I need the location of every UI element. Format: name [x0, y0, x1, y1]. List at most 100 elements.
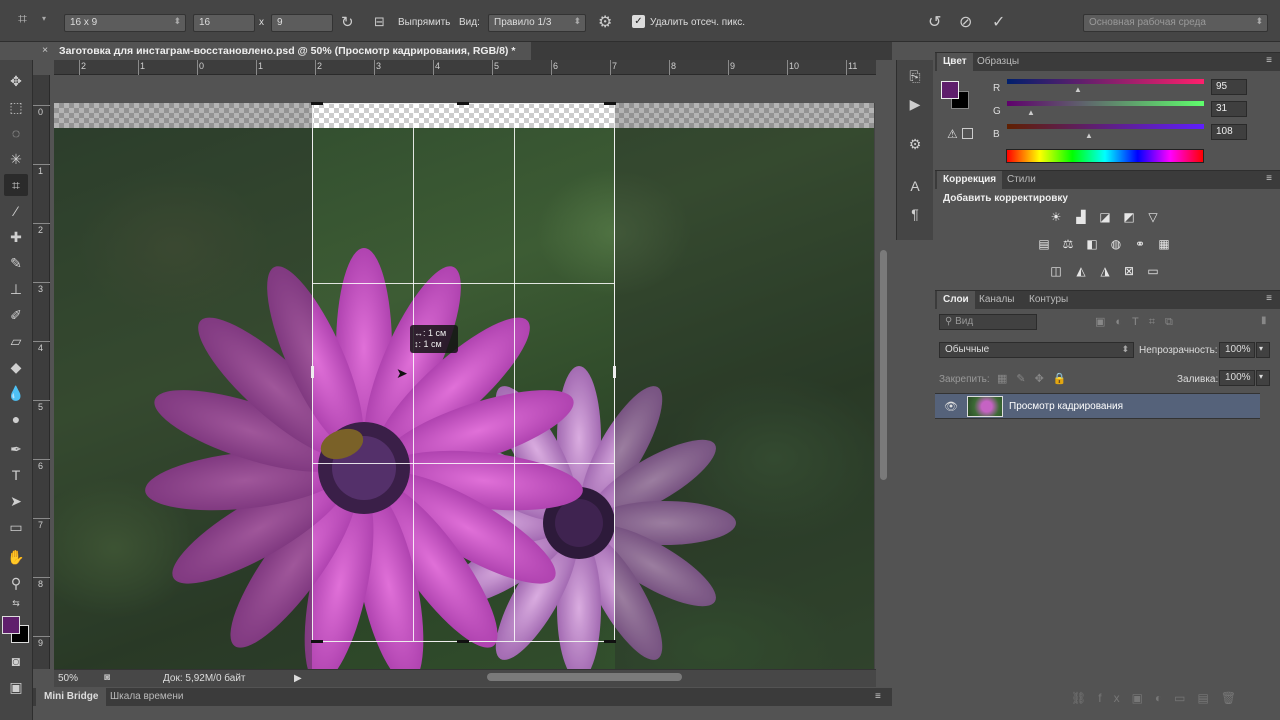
swap-separator[interactable]: x	[259, 17, 264, 28]
move-tool-icon[interactable]: ✥	[4, 70, 28, 92]
web-safe-swatch[interactable]	[962, 128, 973, 139]
crop-handle-left[interactable]	[311, 366, 314, 378]
brush-tool-icon[interactable]: ✎	[4, 252, 28, 274]
document-size[interactable]: Док: 5,92M/0 байт	[163, 673, 246, 684]
marquee-tool-icon[interactable]: ⬚	[4, 96, 28, 118]
threshold-icon[interactable]: ◮	[1096, 263, 1114, 279]
value-r[interactable]: 95	[1211, 79, 1247, 95]
crop-handle-bottom-left[interactable]	[311, 640, 323, 643]
hue-saturation-icon[interactable]: ▤	[1035, 236, 1053, 252]
tab-layers[interactable]: Слои	[937, 291, 975, 309]
gear-icon[interactable]: ⚙	[598, 12, 612, 32]
status-menu-arrow-icon[interactable]: ▶	[294, 673, 302, 684]
posterize-icon[interactable]: ◭	[1072, 263, 1090, 279]
lock-icons[interactable]: ▦✎✥🔒	[997, 372, 1076, 385]
paragraph-panel-icon[interactable]: ¶	[903, 202, 927, 226]
crop-tool-button[interactable]: ⌗	[4, 174, 28, 196]
reset-icon[interactable]: ↺	[928, 12, 941, 32]
crop-handle-top[interactable]	[457, 102, 469, 105]
slider-g[interactable]	[1007, 101, 1204, 106]
history-panel-icon[interactable]: ⎘	[903, 64, 927, 88]
zoom-level[interactable]: 50%	[58, 673, 78, 684]
tab-mini-bridge[interactable]: Mini Bridge	[36, 688, 107, 706]
photo-filter-icon[interactable]: ◍	[1107, 236, 1125, 252]
filter-toggle-icon[interactable]: ▮	[1261, 315, 1267, 326]
tab-adjustments[interactable]: Коррекция	[937, 171, 1003, 189]
pen-tool-icon[interactable]: ✒	[4, 438, 28, 460]
crop-handle-bottom-right[interactable]	[604, 640, 616, 643]
exposure-icon[interactable]: ◩	[1120, 209, 1138, 225]
slider-g-thumb[interactable]: ▲	[1027, 108, 1035, 117]
blur-tool-icon[interactable]: 💧	[4, 382, 28, 404]
value-b[interactable]: 108	[1211, 124, 1247, 140]
ratio-preset-select[interactable]: 16 x 9	[64, 14, 186, 32]
overlay-view-select[interactable]: Правило 1/3	[488, 14, 586, 32]
selective-color-icon[interactable]: ⊠	[1120, 263, 1138, 279]
document-tab[interactable]: × Заготовка для инстаграм-восстановлено.…	[33, 42, 531, 60]
crop-handle-right[interactable]	[613, 366, 616, 378]
delete-pixels-checkbox[interactable]: ✓	[632, 15, 645, 28]
levels-icon[interactable]: ▟	[1072, 209, 1090, 225]
tab-styles[interactable]: Стили	[1001, 171, 1042, 189]
blend-mode-select[interactable]: Обычные	[939, 342, 1134, 358]
slider-r[interactable]	[1007, 79, 1204, 84]
fill-input[interactable]: 100%	[1219, 370, 1255, 386]
adjustments-panel-menu-icon[interactable]: ≡	[1266, 173, 1272, 184]
magic-wand-tool-icon[interactable]: ✳	[4, 148, 28, 170]
screen-mode-icon[interactable]: ▣	[4, 676, 28, 698]
zoom-tool-icon[interactable]: ⚲	[4, 572, 28, 594]
layer-row[interactable]: 👁 Просмотр кадрирования	[935, 393, 1260, 419]
layer-thumbnail[interactable]	[967, 396, 1003, 417]
straighten-label[interactable]: Выпрямить	[398, 17, 450, 28]
straighten-icon[interactable]: ⊟	[374, 14, 385, 30]
fill-slider-toggle[interactable]: ▾	[1256, 370, 1270, 386]
layers-footer-icons[interactable]: ⛓fx▣◐▭▤🗑	[1071, 691, 1248, 705]
lasso-tool-icon[interactable]: ◌	[4, 122, 28, 144]
layers-panel-menu-icon[interactable]: ≡	[1266, 293, 1272, 304]
opacity-input[interactable]: 100%	[1219, 342, 1255, 358]
stamp-tool-icon[interactable]: ⊥	[4, 278, 28, 300]
height-input[interactable]: 9	[271, 14, 333, 32]
tool-preset-arrow-icon[interactable]: ▾	[42, 14, 46, 23]
gradient-map-icon[interactable]: ▭	[1144, 263, 1162, 279]
status-info-icon[interactable]: ◙	[104, 672, 110, 683]
tab-paths[interactable]: Контуры	[1023, 291, 1074, 309]
tool-presets-icon[interactable]: ⚙	[903, 132, 927, 156]
invert-icon[interactable]: ◫	[1047, 263, 1065, 279]
eye-icon[interactable]: 👁	[944, 400, 958, 413]
brightness-contrast-icon[interactable]: ☀	[1047, 209, 1065, 225]
crop-box[interactable]	[311, 102, 616, 643]
curves-icon[interactable]: ◪	[1096, 209, 1114, 225]
paint-bucket-tool-icon[interactable]: ◆	[4, 356, 28, 378]
character-panel-icon[interactable]: A	[903, 174, 927, 198]
rectangle-tool-icon[interactable]: ▭	[4, 516, 28, 538]
healing-brush-tool-icon[interactable]: ✚	[4, 226, 28, 248]
actions-panel-icon[interactable]: ▶	[903, 92, 927, 116]
horizontal-scrollbar[interactable]	[487, 673, 682, 681]
opacity-slider-toggle[interactable]: ▾	[1256, 342, 1270, 358]
type-tool-icon[interactable]: T	[4, 464, 28, 486]
eyedropper-tool-icon[interactable]: ⁄	[4, 200, 28, 222]
history-brush-tool-icon[interactable]: ✐	[4, 304, 28, 326]
gamut-warning-icon[interactable]: ⚠	[947, 127, 958, 141]
width-input[interactable]: 16	[193, 14, 255, 32]
hand-tool-icon[interactable]: ✋	[4, 546, 28, 568]
dodge-tool-icon[interactable]: ●	[4, 408, 28, 430]
delete-pixels-label[interactable]: Удалить отсеч. пикс.	[650, 17, 745, 28]
clear-icon[interactable]: ↻	[341, 13, 354, 31]
panel-foreground-swatch[interactable]	[941, 81, 959, 99]
commit-icon[interactable]: ✓	[992, 12, 1005, 32]
tab-channels[interactable]: Каналы	[973, 291, 1021, 309]
color-spectrum-ramp[interactable]	[1006, 149, 1204, 163]
black-white-icon[interactable]: ◧	[1083, 236, 1101, 252]
slider-b[interactable]	[1007, 124, 1204, 129]
close-tab-icon[interactable]: ×	[42, 44, 48, 56]
layer-name[interactable]: Просмотр кадрирования	[1009, 401, 1123, 412]
crop-handle-top-left[interactable]	[311, 102, 323, 105]
crop-handle-top-right[interactable]	[604, 102, 616, 105]
tab-color[interactable]: Цвет	[937, 53, 973, 71]
slider-b-thumb[interactable]: ▲	[1085, 131, 1093, 140]
path-selection-tool-icon[interactable]: ➤	[4, 490, 28, 512]
color-panel-menu-icon[interactable]: ≡	[1266, 55, 1272, 66]
vertical-scrollbar[interactable]	[880, 250, 887, 480]
